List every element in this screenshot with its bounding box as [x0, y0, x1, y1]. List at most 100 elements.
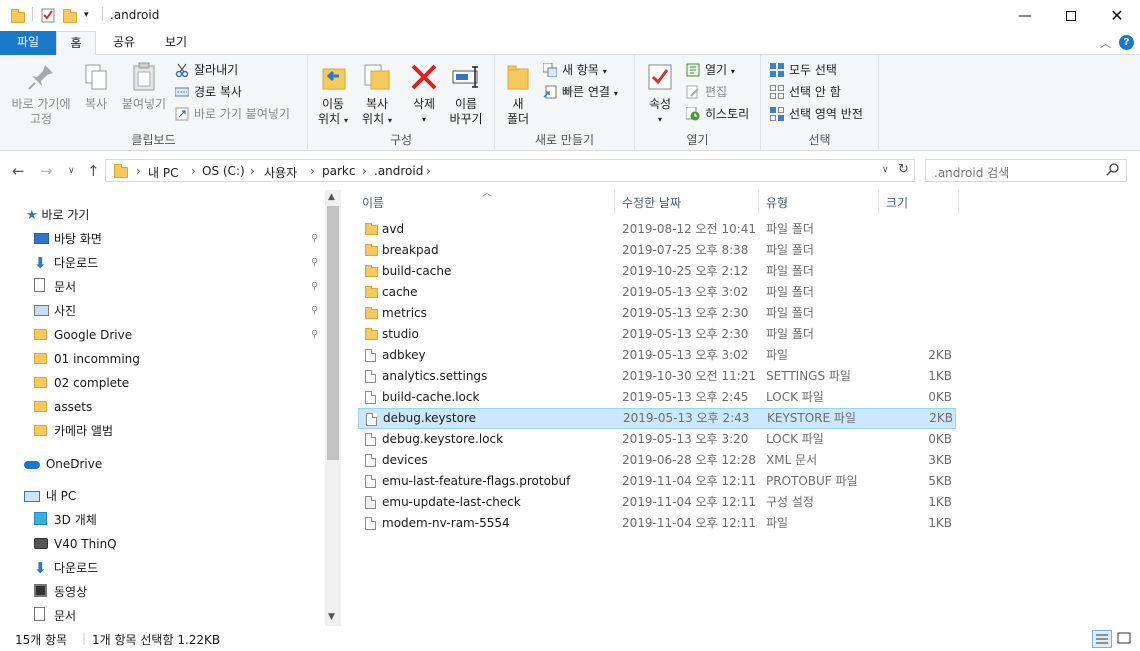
maximize-button[interactable]: [1048, 0, 1094, 31]
file-row[interactable]: debug.keystore.lock 2019-05-13 오후 3:20 LOC…: [358, 429, 956, 450]
search-box[interactable]: .android 검색: [925, 159, 1127, 182]
minimize-button[interactable]: —: [1002, 0, 1048, 31]
easy-access-icon: [543, 85, 557, 99]
nav-pc-item[interactable]: ⬇ 다운로드: [34, 556, 98, 580]
copy-to-button[interactable]: 복사 위치 ▾: [354, 61, 400, 128]
file-row[interactable]: build-cache 2019-10-25 오후 2:12 파일 폴더: [358, 261, 956, 282]
address-bar[interactable]: › 내 PC › OS (C:) › 사용자 › parkc › .androi…: [105, 159, 915, 182]
phone-icon: [34, 533, 52, 557]
easy-access-button[interactable]: 빠른 연결 ▾: [542, 82, 618, 102]
new-folder-quick-access-icon[interactable]: [62, 7, 78, 24]
file-type: 구성 설정: [766, 495, 814, 509]
file-row[interactable]: breakpad 2019-07-25 오후 8:38 파일 폴더: [358, 240, 956, 261]
file-row[interactable]: studio 2019-05-13 오후 2:30 파일 폴더: [358, 324, 956, 345]
pin-to-quick-access-button[interactable]: 바로 가기에 고정: [6, 61, 76, 127]
file-row[interactable]: adbkey 2019-05-13 오후 3:02 파일 2KB: [358, 345, 956, 366]
properties-button[interactable]: 속성 ▾: [643, 61, 677, 127]
nav-item[interactable]: 문서: [34, 275, 76, 299]
chevron-down-icon: ▾: [387, 116, 392, 125]
nav-item[interactable]: 02 complete: [34, 371, 129, 395]
paste-button[interactable]: 붙여넣기: [118, 61, 170, 112]
close-button[interactable]: ✕: [1094, 0, 1140, 31]
cut-button[interactable]: 잘라내기: [174, 60, 238, 80]
properties-quick-access-icon[interactable]: [40, 7, 56, 24]
nav-item[interactable]: Google Drive: [34, 323, 132, 347]
breadcrumb-current[interactable]: .android: [374, 164, 423, 178]
back-arrow-icon[interactable]: ←: [12, 162, 25, 180]
nav-pc-item[interactable]: 문서: [34, 604, 76, 628]
nav-item[interactable]: ⬇ 다운로드: [34, 251, 98, 275]
nav-pc-item[interactable]: 동영상: [34, 580, 87, 604]
open-button[interactable]: 열기 ▾: [685, 60, 735, 80]
help-icon[interactable]: ?: [1119, 35, 1134, 50]
file-row[interactable]: metrics 2019-05-13 오후 2:30 파일 폴더: [358, 303, 956, 324]
file-row[interactable]: emu-update-last-check 2019-11-04 오후 12:11…: [358, 492, 956, 513]
tab-file[interactable]: 파일: [0, 31, 56, 55]
refresh-icon[interactable]: ↻: [898, 162, 909, 177]
nav-onedrive[interactable]: OneDrive: [24, 452, 102, 476]
file-row[interactable]: cache 2019-05-13 오후 3:02 파일 폴더: [358, 282, 956, 303]
select-all-button[interactable]: 모두 선택: [769, 60, 837, 80]
column-header-name[interactable]: 이름: [362, 193, 384, 213]
file-row[interactable]: analytics.settings 2019-10-30 오전 11:21 SET…: [358, 366, 956, 387]
invert-selection-button[interactable]: 선택 영역 반전: [769, 104, 863, 124]
recent-locations-icon[interactable]: ∨: [68, 166, 75, 176]
nav-item[interactable]: 바탕 화면: [34, 227, 102, 251]
file-row[interactable]: modem-nv-ram-5554 2019-11-04 오후 12:11 파일 1K…: [358, 513, 956, 534]
copy-button[interactable]: 복사: [76, 61, 116, 112]
history-button[interactable]: 히스토리: [685, 104, 749, 124]
nav-scrollbar[interactable]: ▲ ▼: [325, 190, 341, 626]
collapse-ribbon-icon[interactable]: ︿: [1100, 35, 1111, 51]
nav-item[interactable]: 01 incomming: [34, 347, 140, 371]
invert-selection-icon: [770, 107, 784, 121]
file-row[interactable]: avd 2019-08-12 오전 10:41 파일 폴더: [358, 219, 956, 240]
new-folder-button[interactable]: 새 폴더: [501, 61, 535, 127]
open-icon: [686, 63, 700, 77]
nav-pc-item[interactable]: V40 ThinQ: [34, 532, 117, 556]
copy-to-label-1: 복사: [365, 97, 389, 111]
nav-item[interactable]: 카메라 앨범: [34, 419, 113, 443]
tab-share[interactable]: 공유: [100, 31, 148, 55]
edit-button[interactable]: 편집: [685, 82, 727, 102]
organize-group-label: 구성: [389, 133, 413, 147]
move-to-button[interactable]: 이동 위치 ▾: [312, 61, 354, 128]
nav-item[interactable]: 사진: [34, 299, 76, 323]
tab-view[interactable]: 보기: [152, 31, 200, 55]
folder-icon: [34, 372, 52, 396]
column-header-type[interactable]: 유형: [766, 193, 788, 213]
forward-arrow-icon[interactable]: →: [40, 162, 53, 180]
nav-pc-item[interactable]: 3D 개체: [34, 508, 97, 532]
copy-path-button[interactable]: 경로 복사: [174, 82, 242, 102]
nav-this-pc[interactable]: 내 PC: [24, 484, 76, 508]
nav-scroll-thumb[interactable]: [327, 206, 339, 460]
details-view-icon[interactable]: [1092, 630, 1112, 648]
column-header-size[interactable]: 크기: [886, 193, 908, 213]
breadcrumb-user[interactable]: parkc: [322, 164, 355, 178]
scroll-up-icon[interactable]: ▲: [328, 192, 335, 202]
customize-quick-access-icon[interactable]: ▾: [84, 10, 96, 27]
scroll-down-icon[interactable]: ▼: [328, 612, 335, 622]
select-none-button[interactable]: 선택 안 함: [769, 82, 841, 102]
tab-home[interactable]: 홈: [56, 31, 96, 56]
nav-quick-access[interactable]: ★ 바로 가기: [26, 203, 89, 227]
up-arrow-icon[interactable]: ↑: [87, 162, 100, 180]
large-icons-view-icon[interactable]: [1115, 630, 1135, 648]
file-row[interactable]: debug.keystore 2019-05-13 오후 2:43 KEYSTORE…: [358, 408, 956, 429]
folder-icon: [34, 348, 52, 372]
delete-button[interactable]: 삭제 ▾: [404, 61, 444, 127]
column-header-date[interactable]: 수정한 날짜: [622, 193, 681, 213]
file-type: KEYSTORE 파일: [767, 411, 856, 425]
paste-shortcut-button[interactable]: 바로 가기 붙여넣기: [174, 104, 290, 124]
breadcrumb-drive[interactable]: OS (C:): [202, 164, 245, 178]
breadcrumb-this-pc[interactable]: 내 PC: [148, 164, 178, 181]
rename-button[interactable]: 이름 바꾸기: [444, 61, 488, 127]
file-row[interactable]: build-cache.lock 2019-05-13 오후 2:45 LOCK 파…: [358, 387, 956, 408]
breadcrumb-users[interactable]: 사용자: [264, 164, 297, 181]
nav-item-label: 다운로드: [54, 256, 99, 270]
address-history-icon[interactable]: ∨: [882, 165, 889, 175]
file-row[interactable]: emu-last-feature-flags.protobuf 2019-11-0…: [358, 471, 956, 492]
search-input[interactable]: .android 검색: [934, 164, 1009, 181]
file-row[interactable]: devices 2019-06-28 오후 12:28 XML 문서 3KB: [358, 450, 956, 471]
new-item-button[interactable]: 새 항목 ▾: [542, 60, 607, 80]
nav-item[interactable]: assets: [34, 395, 92, 419]
